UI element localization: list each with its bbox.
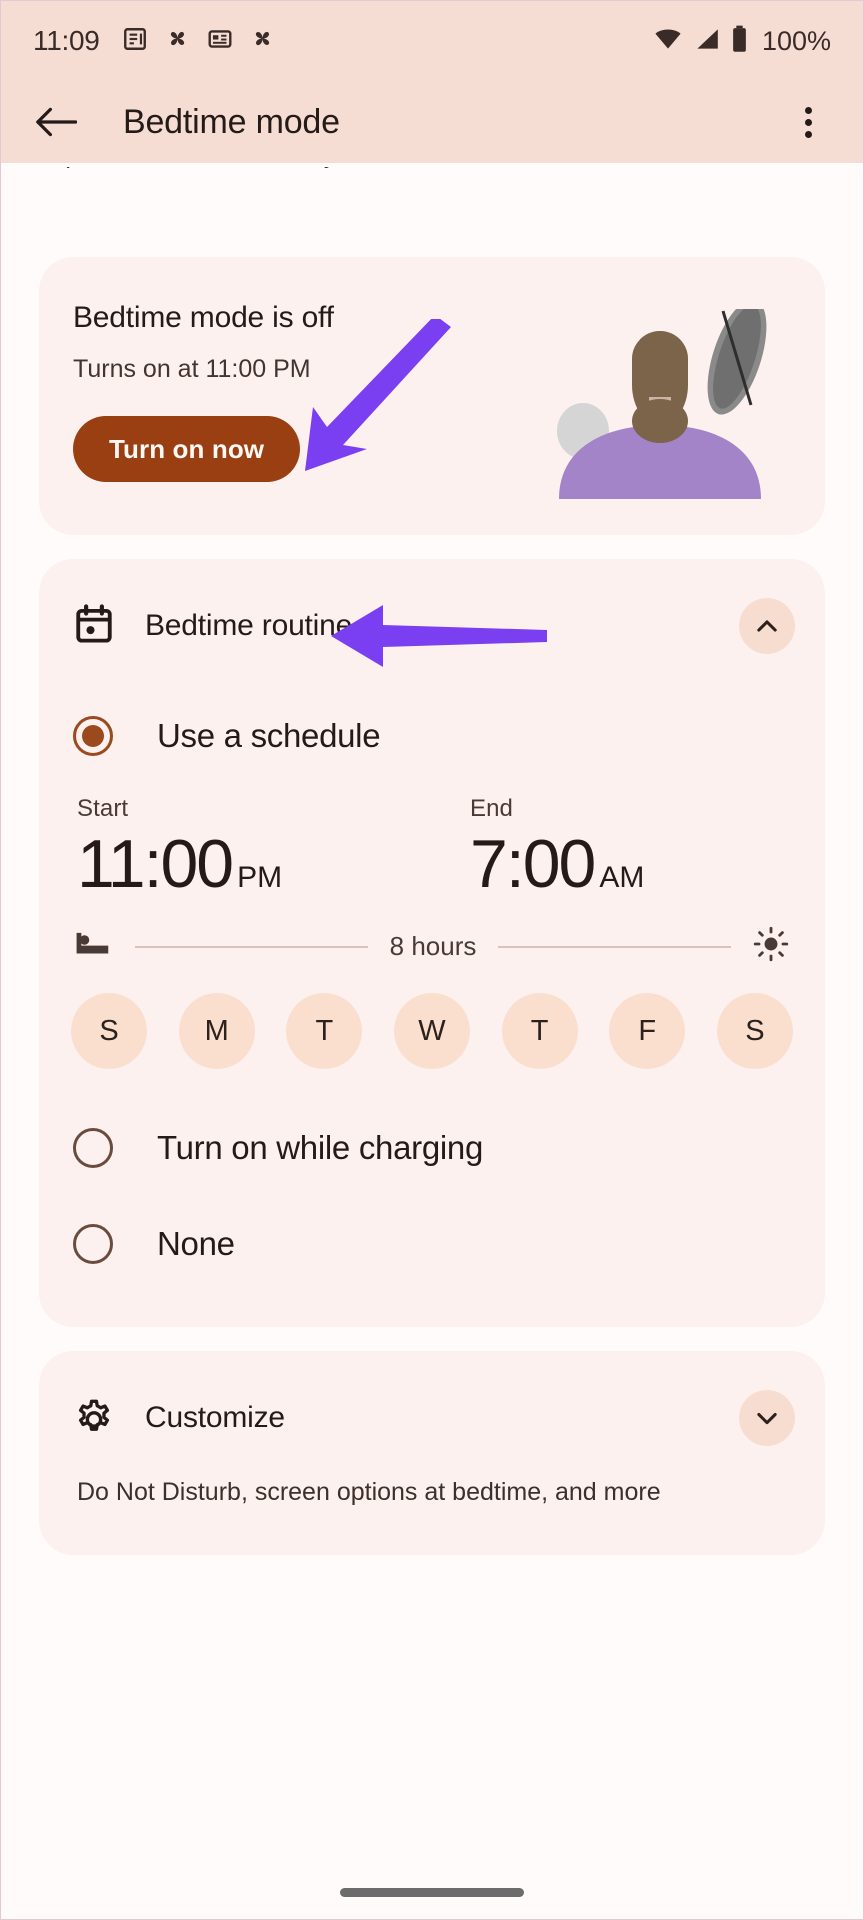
day-toggle-monday[interactable]: M [178, 993, 255, 1070]
page-title: Bedtime mode [123, 102, 340, 141]
status-bar-notification-icons [122, 25, 653, 57]
battery-icon [731, 25, 748, 58]
wifi-icon [653, 27, 683, 56]
duration-label: 8 hours [389, 931, 477, 962]
radio-none[interactable] [73, 1224, 113, 1265]
day-label: S [745, 1014, 765, 1047]
start-label: Start [77, 795, 129, 822]
status-bar-system-icons: 100% [653, 25, 831, 58]
turn-on-now-button[interactable]: Turn on now [73, 416, 301, 482]
radio-turn-on-while-charging[interactable] [73, 1128, 113, 1169]
intro-description-text: important calls can reach you. [39, 167, 825, 175]
day-toggle-saturday[interactable]: S [716, 993, 793, 1070]
start-time-meridiem: PM [237, 861, 283, 894]
customize-card: Customize Do Not Disturb, screen options… [39, 1351, 825, 1556]
day-toggle-friday[interactable]: F [609, 993, 686, 1070]
pinwheel-icon [249, 25, 276, 57]
day-toggle-sunday[interactable]: S [71, 993, 147, 1070]
news-feed-icon [207, 26, 233, 57]
day-label: M [204, 1014, 229, 1047]
status-bar: 11:09 100% [1, 1, 863, 81]
calendar-icon [73, 603, 115, 650]
start-time-picker[interactable]: Start 11:00 PM [39, 795, 432, 900]
option-none-label: None [157, 1225, 235, 1263]
scroll-content: important calls can reach you. Bedtime m… [1, 167, 863, 1556]
end-time-meridiem: AM [599, 861, 645, 894]
intro-description: important calls can reach you. [39, 167, 825, 233]
option-use-a-schedule[interactable]: Use a schedule [39, 693, 825, 779]
bedtime-routine-card: Bedtime routine Use a schedule Start 11:… [39, 559, 825, 1328]
bed-icon [75, 929, 113, 964]
home-indicator[interactable] [340, 1888, 524, 1897]
chevron-down-icon[interactable] [739, 1390, 795, 1447]
day-label: T [315, 1014, 334, 1047]
day-label: S [99, 1014, 119, 1047]
chevron-up-icon[interactable] [739, 598, 795, 654]
duration-track-right [498, 945, 732, 948]
day-selector: S M T W T F S [39, 967, 825, 1070]
duration-track-left [135, 945, 368, 948]
overflow-menu-icon[interactable] [781, 95, 835, 149]
back-arrow-icon[interactable] [29, 95, 83, 149]
phone-screen: 11:09 100% Bedtime mode Bedtime mode is … [0, 0, 864, 1920]
status-bar-clock: 11:09 [33, 25, 100, 56]
bedtime-routine-title: Bedtime routine [145, 609, 353, 642]
person-sleeping-illustration [557, 309, 767, 499]
customize-header[interactable]: Customize [39, 1385, 825, 1451]
news-article-icon [122, 26, 148, 57]
day-toggle-tuesday[interactable]: T [286, 993, 363, 1070]
customize-description: Do Not Disturb, screen options at bedtim… [77, 1478, 661, 1507]
bedtime-status-card: Bedtime mode is off Turns on at 11:00 PM… [39, 257, 825, 535]
end-time-value: 7:00 [470, 826, 596, 902]
cellular-signal-icon [693, 27, 721, 56]
start-time-value: 11:00 [77, 826, 234, 902]
schedule-times: Start 11:00 PM End 7:00 AM [39, 779, 825, 900]
battery-percent-label: 100% [761, 25, 831, 56]
day-toggle-thursday[interactable]: T [501, 993, 578, 1070]
customize-title: Customize [145, 1401, 285, 1435]
option-turn-on-while-charging[interactable]: Turn on while charging [39, 1105, 825, 1191]
day-label: T [530, 1014, 549, 1047]
option-use-a-schedule-label: Use a schedule [157, 717, 381, 754]
day-toggle-wednesday[interactable]: W [393, 993, 470, 1070]
radio-use-a-schedule[interactable] [73, 716, 113, 756]
sun-icon [753, 926, 789, 967]
option-none[interactable]: None [39, 1201, 825, 1287]
end-label: End [470, 795, 514, 822]
gear-icon [73, 1395, 115, 1442]
sleep-duration-row: 8 hours [39, 900, 825, 967]
day-label: F [638, 1014, 657, 1047]
pinwheel-icon [164, 25, 191, 57]
app-bar: Bedtime mode [1, 81, 863, 163]
bedtime-routine-header[interactable]: Bedtime routine [39, 593, 825, 659]
day-label: W [418, 1014, 446, 1047]
end-time-picker[interactable]: End 7:00 AM [432, 795, 825, 900]
option-turn-on-while-charging-label: Turn on while charging [157, 1129, 484, 1167]
